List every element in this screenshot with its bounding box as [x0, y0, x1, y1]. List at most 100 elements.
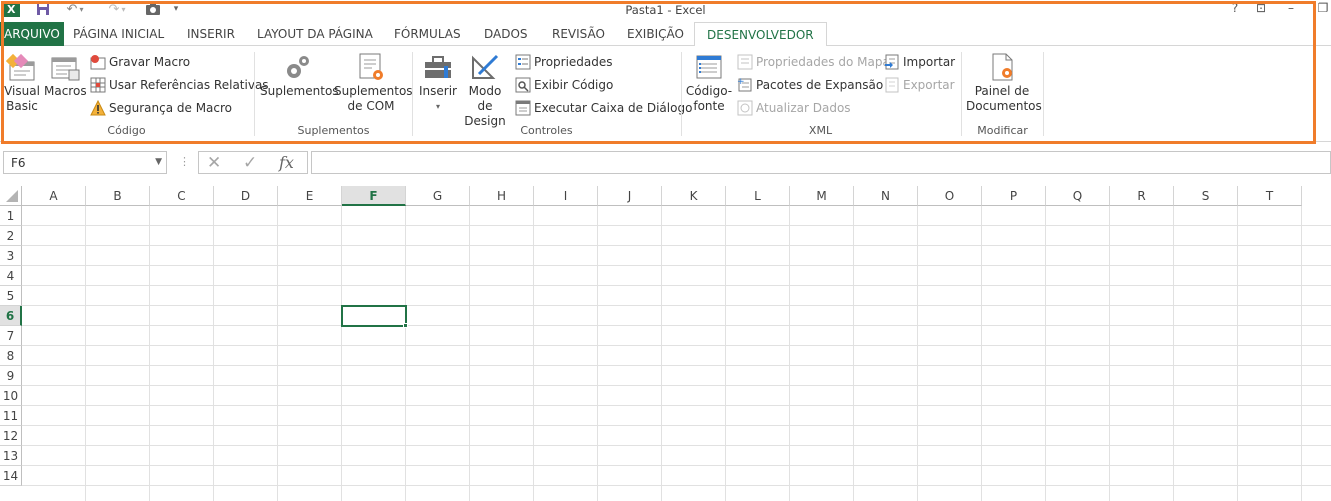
enter-icon[interactable]: ✓	[243, 153, 257, 173]
usar-referencias-relativas-button[interactable]: Usar Referências Relativas	[90, 75, 269, 95]
column-header[interactable]: H	[470, 186, 534, 206]
gridline-vertical	[1237, 206, 1238, 501]
name-box[interactable]: F6 ▼	[3, 151, 167, 174]
pacotes-de-expansao-button[interactable]: + Pacotes de Expansão	[737, 75, 883, 95]
select-all-corner[interactable]	[0, 186, 22, 206]
column-header[interactable]: A	[22, 186, 86, 206]
column-header[interactable]: D	[214, 186, 278, 206]
gridline-vertical	[213, 206, 214, 501]
minimize-icon[interactable]: –	[1282, 1, 1300, 17]
column-header[interactable]: I	[534, 186, 598, 206]
tab-inserir[interactable]: INSERIR	[187, 22, 235, 46]
propriedades-do-mapa-button[interactable]: Propriedades do Mapa	[737, 52, 890, 72]
column-header[interactable]: C	[150, 186, 214, 206]
column-header[interactable]: N	[854, 186, 918, 206]
row-header[interactable]: 1	[0, 206, 22, 226]
tab-arquivo[interactable]: ARQUIVO	[0, 22, 64, 46]
column-header[interactable]: R	[1110, 186, 1174, 206]
row-header[interactable]: 12	[0, 426, 22, 446]
exibir-codigo-button[interactable]: Exibir Código	[515, 75, 613, 95]
tab-formulas[interactable]: FÓRMULAS	[394, 22, 461, 46]
column-header[interactable]: P	[982, 186, 1046, 206]
view-code-icon	[515, 77, 531, 93]
row-header[interactable]: 13	[0, 446, 22, 466]
active-cell[interactable]	[341, 305, 407, 327]
gridline-horizontal	[22, 425, 1331, 426]
column-header[interactable]: T	[1238, 186, 1302, 206]
propriedades-button[interactable]: Propriedades	[515, 52, 613, 72]
macros-button[interactable]: Macros	[44, 52, 87, 99]
suplementos-de-com-button[interactable]: Suplementos de COM	[334, 52, 413, 114]
column-header[interactable]: E	[278, 186, 342, 206]
row-header[interactable]: 2	[0, 226, 22, 246]
tab-desenvolvedor[interactable]: DESENVOLVEDOR	[694, 22, 827, 47]
ribbon-display-icon[interactable]: ⊡	[1252, 1, 1270, 17]
gravar-macro-button[interactable]: Gravar Macro	[90, 52, 190, 72]
tab-revisao[interactable]: REVISÃO	[552, 22, 605, 46]
gridline-horizontal	[22, 485, 1331, 486]
tab-pagina-inicial[interactable]: PÁGINA INICIAL	[73, 22, 164, 46]
gridline-horizontal	[22, 245, 1331, 246]
suplementos-com-label-2: de COM	[347, 99, 395, 113]
painel-label-2: Documentos	[966, 99, 1042, 113]
column-header[interactable]: O	[918, 186, 982, 206]
row-header[interactable]: 7	[0, 326, 22, 346]
seguranca-de-macro-button[interactable]: Segurança de Macro	[90, 98, 232, 118]
row-header[interactable]: 8	[0, 346, 22, 366]
worksheet-grid[interactable]: ABCDEFGHIJKLMNOPQRST 1 2 3 4 5 6 7 8 9 10 11 12 13 14	[0, 186, 1331, 501]
visual-basic-button[interactable]: Visual Basic	[2, 52, 42, 114]
run-dialog-icon	[515, 100, 531, 116]
column-header[interactable]: Q	[1046, 186, 1110, 206]
column-header[interactable]: F	[342, 186, 406, 206]
painel-de-documentos-button[interactable]: Painel de Documentos	[966, 52, 1042, 114]
inserir-control-button[interactable]: Inserir ▾	[417, 52, 459, 114]
row-header[interactable]: 5	[0, 286, 22, 306]
relative-references-icon	[90, 77, 106, 93]
importar-button[interactable]: Importar	[884, 52, 955, 72]
column-header[interactable]: J	[598, 186, 662, 206]
tab-dados[interactable]: DADOS	[484, 22, 528, 46]
cancel-icon[interactable]: ✕	[207, 153, 221, 173]
gridline-horizontal	[22, 305, 1331, 306]
formula-input[interactable]	[311, 151, 1331, 174]
atualizar-dados-button[interactable]: Atualizar Dados	[737, 98, 851, 118]
column-header[interactable]: L	[726, 186, 790, 206]
map-properties-icon	[737, 54, 753, 70]
column-header[interactable]: G	[406, 186, 470, 206]
group-label-xml: XML	[808, 124, 833, 137]
name-box-dropdown-icon[interactable]: ▼	[155, 157, 162, 167]
gridline-horizontal	[22, 365, 1331, 366]
row-header[interactable]: 6	[0, 306, 22, 326]
gravar-macro-label: Gravar Macro	[109, 55, 191, 69]
row-header[interactable]: 9	[0, 366, 22, 386]
gridline-vertical	[917, 206, 918, 501]
gears-icon	[287, 56, 309, 78]
row-header[interactable]: 11	[0, 406, 22, 426]
modo-de-design-button[interactable]: Modo de Design	[460, 52, 510, 129]
column-header[interactable]: B	[86, 186, 150, 206]
insert-function-icon[interactable]: fx	[279, 153, 294, 172]
export-icon	[885, 77, 899, 93]
column-header[interactable]: K	[662, 186, 726, 206]
properties-icon	[515, 54, 531, 70]
exportar-button[interactable]: Exportar	[884, 75, 955, 95]
row-header[interactable]: 3	[0, 246, 22, 266]
codigo-fonte-button[interactable]: Código- fonte	[684, 52, 734, 114]
column-header[interactable]: M	[790, 186, 854, 206]
executar-caixa-de-dialogo-button[interactable]: Executar Caixa de Diálogo	[515, 98, 692, 118]
suplementos-button[interactable]: Suplementos	[260, 52, 339, 99]
name-box-value: F6	[11, 156, 26, 170]
column-header[interactable]: S	[1174, 186, 1238, 206]
restore-icon[interactable]: ❐	[1314, 1, 1331, 17]
gridline-vertical	[789, 206, 790, 501]
row-header[interactable]: 10	[0, 386, 22, 406]
row-header[interactable]: 4	[0, 266, 22, 286]
refresh-data-icon	[737, 100, 753, 116]
fill-handle[interactable]	[403, 323, 408, 328]
tab-exibicao[interactable]: EXIBIÇÃO	[627, 22, 684, 46]
row-header[interactable]: 14	[0, 466, 22, 486]
visual-basic-label-1: Visual	[4, 84, 40, 98]
atualizar-dados-label: Atualizar Dados	[756, 101, 851, 115]
help-icon[interactable]: ?	[1226, 1, 1244, 17]
tab-layout-da-pagina[interactable]: LAYOUT DA PÁGINA	[257, 22, 373, 46]
